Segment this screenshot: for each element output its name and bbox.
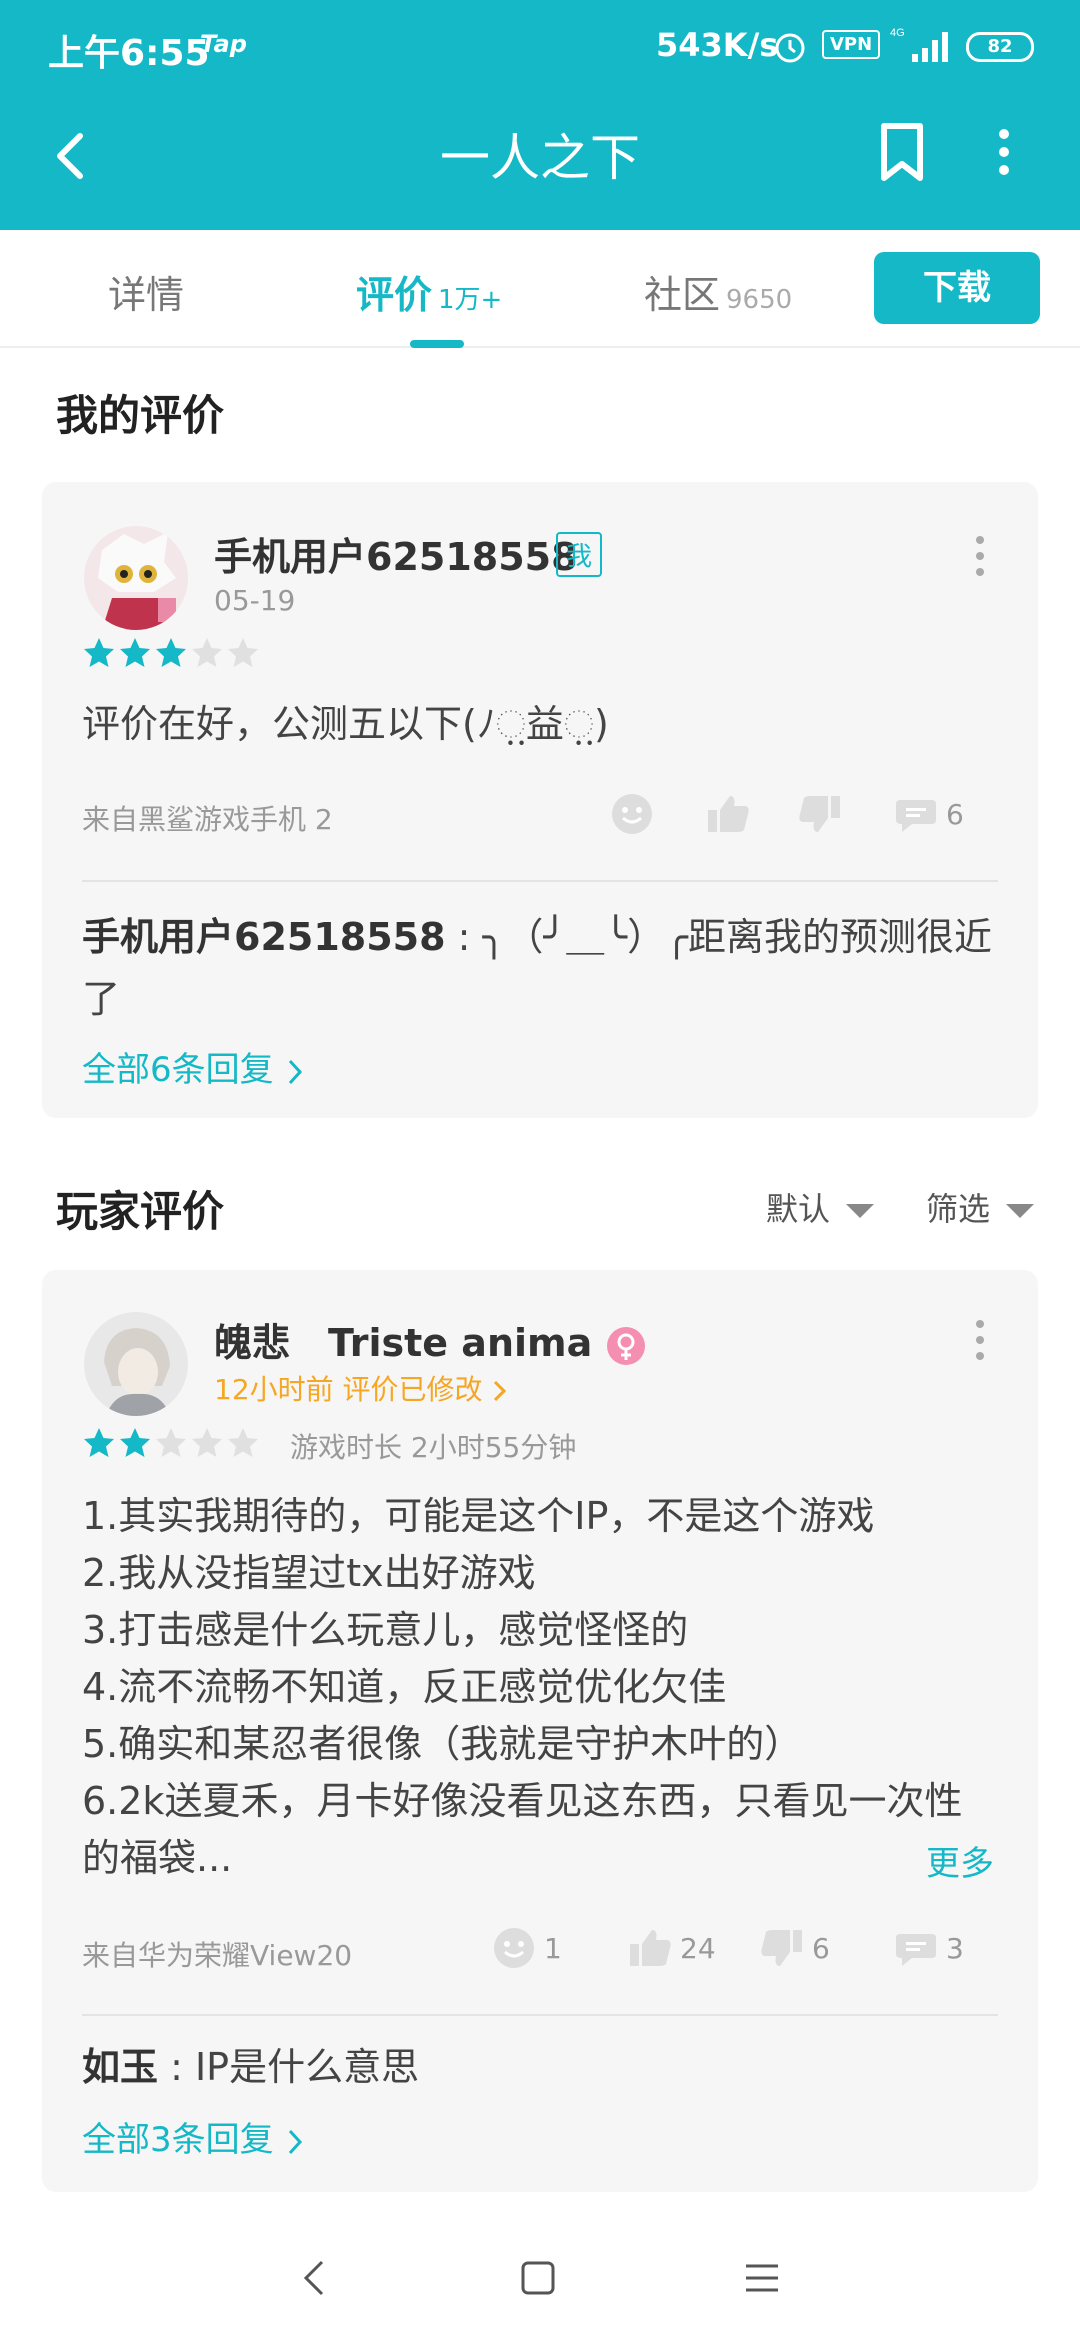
comment-count: 6: [946, 797, 964, 831]
player-reviews-title: 玩家评价: [56, 1187, 225, 1236]
review-menu-icon[interactable]: [970, 1318, 990, 1362]
review-content: 评价在好，公测五以下(ﾉ಼益಼): [82, 702, 609, 746]
sort-dropdown[interactable]: 默认: [766, 1184, 875, 1230]
me-badge: 我: [556, 532, 603, 577]
star-filled-icon: [120, 1428, 150, 1457]
reply-author[interactable]: 手机用户62518558: [82, 915, 446, 959]
emoji-count: 1: [544, 1931, 562, 1965]
signal-label: 4G: [890, 27, 905, 39]
dislike-button[interactable]: [798, 792, 842, 836]
review-line: 2.我从没指望过tx出好游戏: [82, 1551, 536, 1595]
all-replies-link[interactable]: 全部6条回复: [82, 1042, 306, 1091]
star-filled-icon: [84, 1428, 114, 1457]
app-bar: 一人之下: [0, 96, 1080, 230]
filter-dropdown[interactable]: 筛选: [926, 1184, 1035, 1230]
more-link[interactable]: 更多: [926, 1836, 994, 1885]
review-line: 4.流不流畅不知道，反正感觉优化欠佳: [82, 1665, 727, 1709]
alarm-icon: [775, 33, 805, 63]
review-line: 的福袋...: [82, 1836, 233, 1880]
review-line: 6.2k送夏禾，月卡好像没看见这东西，只看见一次性: [82, 1779, 963, 1823]
dislike-count: 6: [812, 1931, 830, 1965]
like-button[interactable]: 24: [628, 1926, 716, 1970]
star-empty-icon: [156, 1428, 186, 1457]
tab-community[interactable]: 社区 9650: [644, 264, 792, 319]
chevron-right-icon: [289, 1059, 303, 1084]
my-review-title: 我的评价: [56, 391, 225, 440]
rating-stars: [82, 1426, 262, 1464]
review-device: 来自黑鲨游戏手机 2: [82, 803, 333, 836]
chevron-right-icon: [494, 1380, 507, 1402]
nav-back-icon[interactable]: [292, 2254, 340, 2302]
all-replies-link[interactable]: 全部3条回复: [82, 2112, 306, 2161]
my-review-card: 手机用户62518558 我 05-19 评价在好，公测五以下(ﾉ಼益಼) 来自…: [42, 482, 1038, 1118]
thumbs-up-icon: [630, 1930, 671, 1966]
more-vert-icon[interactable]: [980, 120, 1028, 184]
signal-icon: 4G: [890, 27, 948, 62]
chevron-right-icon: [289, 2129, 303, 2154]
dropdown-arrow-icon: [846, 1204, 875, 1218]
thumbs-up-icon: [708, 796, 749, 832]
avatar[interactable]: [84, 526, 188, 630]
review-device: 来自华为荣耀View20: [82, 1939, 353, 1972]
star-empty-icon: [192, 638, 222, 667]
network-speed: 543K/s: [656, 26, 779, 64]
playtime: 游戏时长 2小时55分钟: [290, 1431, 577, 1464]
review-time-edited[interactable]: 12小时前 评价已修改: [214, 1368, 509, 1408]
bookmark-icon[interactable]: [870, 120, 934, 184]
tab-details[interactable]: 详情: [108, 264, 184, 319]
thumbs-down-icon: [761, 1930, 802, 1966]
review-username[interactable]: 魄悲 Triste anima: [214, 1312, 646, 1367]
nav-home-icon[interactable]: [514, 2254, 562, 2302]
reply-author[interactable]: 如玉: [82, 2045, 158, 2089]
reply-text: : IP是什么意思: [158, 2045, 420, 2089]
comment-button[interactable]: 3: [894, 1926, 964, 1970]
avatar[interactable]: [84, 1312, 188, 1416]
star-empty-icon: [228, 638, 258, 667]
tap-logo: Tap: [200, 30, 247, 58]
reply-preview: 如玉 : IP是什么意思: [82, 2036, 1002, 2098]
review-menu-icon[interactable]: [970, 534, 990, 578]
dropdown-arrow-icon: [1006, 1204, 1035, 1218]
tab-indicator: [410, 340, 464, 348]
divider: [82, 880, 998, 882]
tab-reviews[interactable]: 评价 1万+: [356, 264, 502, 319]
status-bar: 上午6:55 Tap 543K/s VPN 4G 82: [0, 0, 1080, 96]
review-line: 1.其实我期待的，可能是这个IP，不是这个游戏: [82, 1494, 875, 1538]
star-filled-icon: [84, 638, 114, 667]
emoji-icon: [612, 794, 652, 834]
star-filled-icon: [120, 638, 150, 667]
gender-female-icon: [606, 1326, 645, 1365]
star-empty-icon: [228, 1428, 258, 1457]
like-count: 24: [680, 1931, 716, 1965]
comment-icon: [896, 1934, 936, 1966]
divider: [82, 2014, 998, 2016]
review-content: 1.其实我期待的，可能是这个IP，不是这个游戏 2.我从没指望过tx出好游戏 3…: [82, 1488, 1002, 1887]
system-nav-bar: [0, 2220, 1080, 2340]
emoji-icon: [494, 1928, 534, 1968]
battery-indicator: 82: [966, 32, 1034, 62]
rating-stars: [82, 636, 262, 674]
dislike-button[interactable]: 6: [760, 1926, 830, 1970]
nav-menu-icon[interactable]: [738, 2254, 786, 2302]
like-button[interactable]: [706, 792, 750, 836]
comment-button[interactable]: 6: [894, 792, 964, 836]
review-date: 05-19: [214, 584, 296, 617]
star-empty-icon: [192, 1428, 222, 1457]
download-button[interactable]: 下载: [874, 252, 1040, 324]
comment-icon: [896, 800, 936, 832]
emoji-reaction[interactable]: 1: [492, 1926, 562, 1970]
vpn-badge: VPN: [822, 30, 881, 59]
review-line: 5.确实和某忍者很像（我就是守护木叶的）: [82, 1722, 803, 1766]
player-review-card: 魄悲 Triste anima 12小时前 评价已修改 游戏时长 2小时55分钟…: [42, 1270, 1038, 2192]
review-username[interactable]: 手机用户62518558: [214, 526, 578, 581]
thumbs-down-icon: [799, 796, 840, 832]
status-time: 上午6:55: [48, 33, 210, 74]
comment-count: 3: [946, 1931, 964, 1965]
tab-bar: 详情 评价 1万+ 社区 9650 下载: [0, 230, 1080, 348]
star-filled-icon: [156, 638, 186, 667]
reply-preview: 手机用户62518558 : ╮（╯＿╰）╭距离我的预测很近了: [82, 906, 1002, 1030]
review-line: 3.打击感是什么玩意儿，感觉怪怪的: [82, 1608, 689, 1652]
emoji-reaction[interactable]: [610, 792, 654, 836]
